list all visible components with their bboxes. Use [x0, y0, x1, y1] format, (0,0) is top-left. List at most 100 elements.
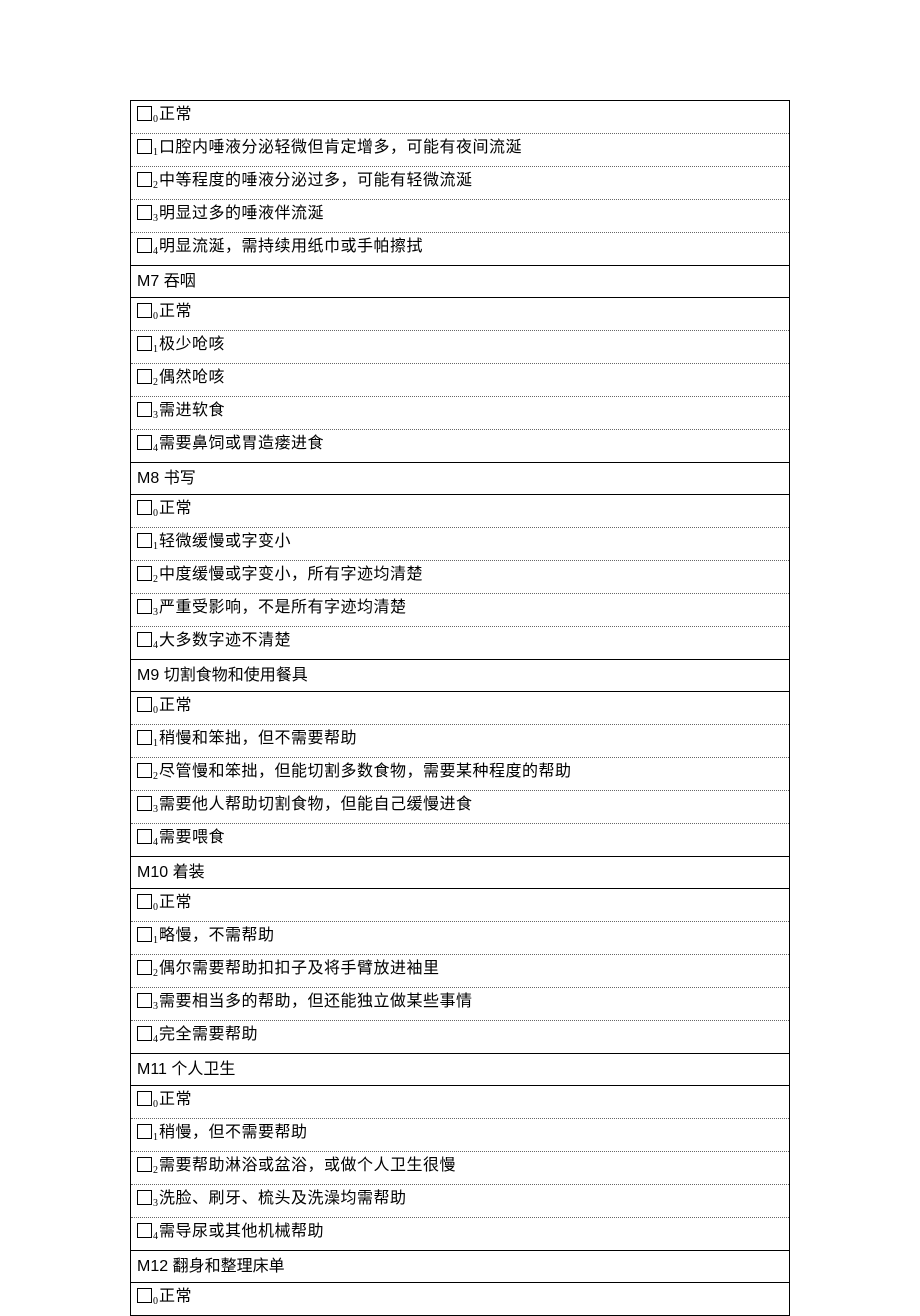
option-row: 2需要帮助淋浴或盆浴，或做个人卫生很慢: [131, 1152, 789, 1185]
option-index: 1: [153, 147, 158, 158]
option-row: 2中等程度的唾液分泌过多，可能有轻微流涎: [131, 167, 789, 200]
checkbox[interactable]: [137, 1091, 152, 1106]
option-label: 轻微缓慢或字变小: [159, 533, 291, 550]
option-label: 稍慢，但不需要帮助: [159, 1124, 308, 1141]
option-row: 2中度缓慢或字变小，所有字迹均清楚: [131, 561, 789, 594]
option-index: 0: [153, 902, 158, 913]
checkbox[interactable]: [137, 927, 152, 942]
option-label: 洗脸、刷牙、梳头及洗澡均需帮助: [159, 1190, 407, 1207]
option-index: 3: [153, 607, 158, 618]
option-row: 4需要鼻饲或胃造瘘进食: [131, 430, 789, 463]
option-row: 3需要相当多的帮助，但还能独立做某些事情: [131, 988, 789, 1021]
option-label: 需要相当多的帮助，但还能独立做某些事情: [159, 993, 473, 1010]
section-title: 吞咽: [164, 273, 196, 290]
option-row: 2尽管慢和笨拙，但能切割多数食物，需要某种程度的帮助: [131, 758, 789, 791]
option-index: 3: [153, 1198, 158, 1209]
checkbox[interactable]: [137, 796, 152, 811]
section-title: 书写: [164, 470, 196, 487]
checkbox[interactable]: [137, 435, 152, 450]
option-row: 4明显流涎，需持续用纸巾或手帕擦拭: [131, 233, 789, 266]
option-row: 0正常: [131, 298, 789, 331]
checkbox[interactable]: [137, 402, 152, 417]
option-label: 尽管慢和笨拙，但能切割多数食物，需要某种程度的帮助: [159, 763, 572, 780]
checkbox[interactable]: [137, 369, 152, 384]
option-row: 0正常: [131, 1086, 789, 1119]
option-label: 正常: [159, 894, 192, 911]
checkbox[interactable]: [137, 829, 152, 844]
option-index: 4: [153, 837, 158, 848]
option-label: 完全需要帮助: [159, 1026, 258, 1043]
checkbox[interactable]: [137, 1124, 152, 1139]
checkbox[interactable]: [137, 1223, 152, 1238]
section-heading: M9 切割食物和使用餐具: [131, 660, 789, 692]
checkbox[interactable]: [137, 894, 152, 909]
option-row: 0正常: [131, 692, 789, 725]
option-index: 2: [153, 574, 158, 585]
checkbox[interactable]: [137, 632, 152, 647]
checkbox[interactable]: [137, 697, 152, 712]
option-row: 1轻微缓慢或字变小: [131, 528, 789, 561]
section-heading: M12 翻身和整理床单: [131, 1251, 789, 1283]
option-label: 中度缓慢或字变小，所有字迹均清楚: [159, 566, 423, 583]
section-id: M11: [137, 1061, 167, 1078]
option-label: 正常: [159, 1091, 192, 1108]
option-row: 0正常: [131, 101, 789, 134]
checkbox[interactable]: [137, 993, 152, 1008]
checkbox[interactable]: [137, 336, 152, 351]
option-index: 4: [153, 443, 158, 454]
option-index: 4: [153, 1231, 158, 1242]
option-index: 3: [153, 213, 158, 224]
option-row: 1极少呛咳: [131, 331, 789, 364]
checkbox[interactable]: [137, 566, 152, 581]
checkbox[interactable]: [137, 599, 152, 614]
section-id: M12: [137, 1258, 168, 1275]
option-label: 正常: [159, 303, 192, 320]
option-label: 略慢，不需帮助: [159, 927, 275, 944]
checkbox[interactable]: [137, 1157, 152, 1172]
option-label: 大多数字迹不清楚: [159, 632, 291, 649]
option-row: 3需要他人帮助切割食物，但能自己缓慢进食: [131, 791, 789, 824]
section-id: M9: [137, 667, 159, 684]
option-label: 需要鼻饲或胃造瘘进食: [159, 435, 324, 452]
checkbox[interactable]: [137, 172, 152, 187]
option-index: 1: [153, 344, 158, 355]
questionnaire-table: 0正常1口腔内唾液分泌轻微但肯定增多，可能有夜间流涎2中等程度的唾液分泌过多，可…: [130, 100, 790, 1316]
section-heading: M10 着装: [131, 857, 789, 889]
option-label: 稍慢和笨拙，但不需要帮助: [159, 730, 357, 747]
option-row: 0正常: [131, 495, 789, 528]
option-index: 4: [153, 246, 158, 257]
checkbox[interactable]: [137, 1288, 152, 1303]
checkbox[interactable]: [137, 730, 152, 745]
option-row: 4需要喂食: [131, 824, 789, 857]
option-index: 2: [153, 377, 158, 388]
checkbox[interactable]: [137, 763, 152, 778]
checkbox[interactable]: [137, 960, 152, 975]
option-label: 需导尿或其他机械帮助: [159, 1223, 324, 1240]
checkbox[interactable]: [137, 139, 152, 154]
option-index: 1: [153, 935, 158, 946]
option-row: 3明显过多的唾液伴流涎: [131, 200, 789, 233]
option-index: 0: [153, 1099, 158, 1110]
option-label: 明显过多的唾液伴流涎: [159, 205, 324, 222]
section-heading: M8 书写: [131, 463, 789, 495]
option-index: 1: [153, 1132, 158, 1143]
checkbox[interactable]: [137, 303, 152, 318]
option-label: 需进软食: [159, 402, 225, 419]
section-heading: M11 个人卫生: [131, 1054, 789, 1086]
checkbox[interactable]: [137, 533, 152, 548]
checkbox[interactable]: [137, 205, 152, 220]
checkbox[interactable]: [137, 1190, 152, 1205]
section-heading: M7 吞咽: [131, 266, 789, 298]
option-index: 2: [153, 180, 158, 191]
option-index: 3: [153, 410, 158, 421]
option-row: 0正常: [131, 889, 789, 922]
option-row: 1稍慢和笨拙，但不需要帮助: [131, 725, 789, 758]
option-index: 0: [153, 114, 158, 125]
option-label: 正常: [159, 697, 192, 714]
option-index: 3: [153, 1001, 158, 1012]
checkbox[interactable]: [137, 1026, 152, 1041]
checkbox[interactable]: [137, 500, 152, 515]
checkbox[interactable]: [137, 238, 152, 253]
checkbox[interactable]: [137, 106, 152, 121]
option-row: 1口腔内唾液分泌轻微但肯定增多，可能有夜间流涎: [131, 134, 789, 167]
